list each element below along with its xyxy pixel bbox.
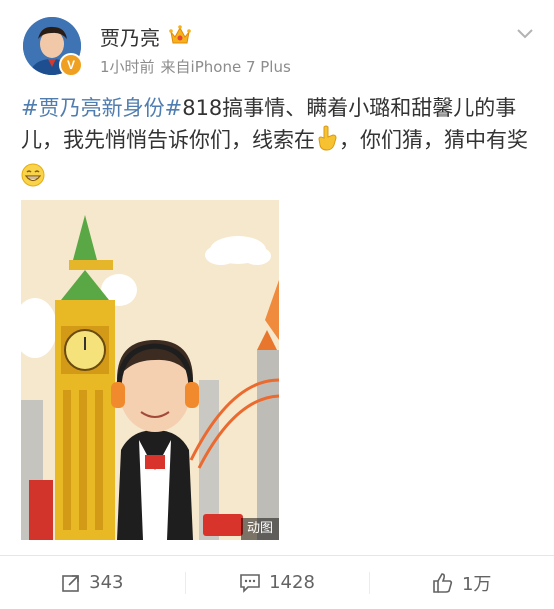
repost-icon: [62, 574, 79, 592]
action-bar: 343 1428 1万: [0, 556, 554, 609]
crown-icon: [169, 25, 191, 44]
post-meta: 1小时前 来自iPhone 7 Plus: [100, 56, 291, 77]
thumbs-up-icon: [433, 572, 453, 593]
chevron-down-icon[interactable]: [514, 22, 536, 44]
gif-badge: 动图: [240, 518, 279, 540]
like-count: 1万: [461, 573, 492, 595]
london-illustration: [21, 200, 279, 540]
repost-button[interactable]: 343: [0, 556, 185, 609]
point-down-icon: [315, 125, 339, 160]
repost-count: 343: [89, 572, 124, 593]
comment-button[interactable]: 1428: [184, 556, 370, 609]
post-text: #贾乃亮新身份#818搞事情、瞒着小璐和甜馨儿的事儿，我先悄悄告诉你们，线索在，…: [21, 92, 536, 196]
post-image[interactable]: 动图: [21, 200, 279, 540]
grin-emoji-icon: [21, 163, 45, 196]
avatar[interactable]: V: [23, 17, 83, 77]
comment-icon: [240, 573, 260, 593]
weibo-post: V 贾乃亮 1小时前 来自iPhone 7 Plus #贾乃亮新身份#818搞事情…: [0, 0, 554, 609]
post-text-part-2: ，你们猜，猜中有奖: [339, 128, 528, 152]
hashtag-link[interactable]: #贾乃亮新身份#: [21, 96, 182, 120]
username[interactable]: 贾乃亮: [100, 22, 160, 51]
verified-badge: V: [59, 53, 83, 77]
post-source[interactable]: 来自iPhone 7 Plus: [161, 58, 291, 76]
post-time: 1小时前: [100, 58, 155, 76]
comment-count: 1428: [269, 572, 315, 593]
like-button[interactable]: 1万: [369, 556, 554, 609]
